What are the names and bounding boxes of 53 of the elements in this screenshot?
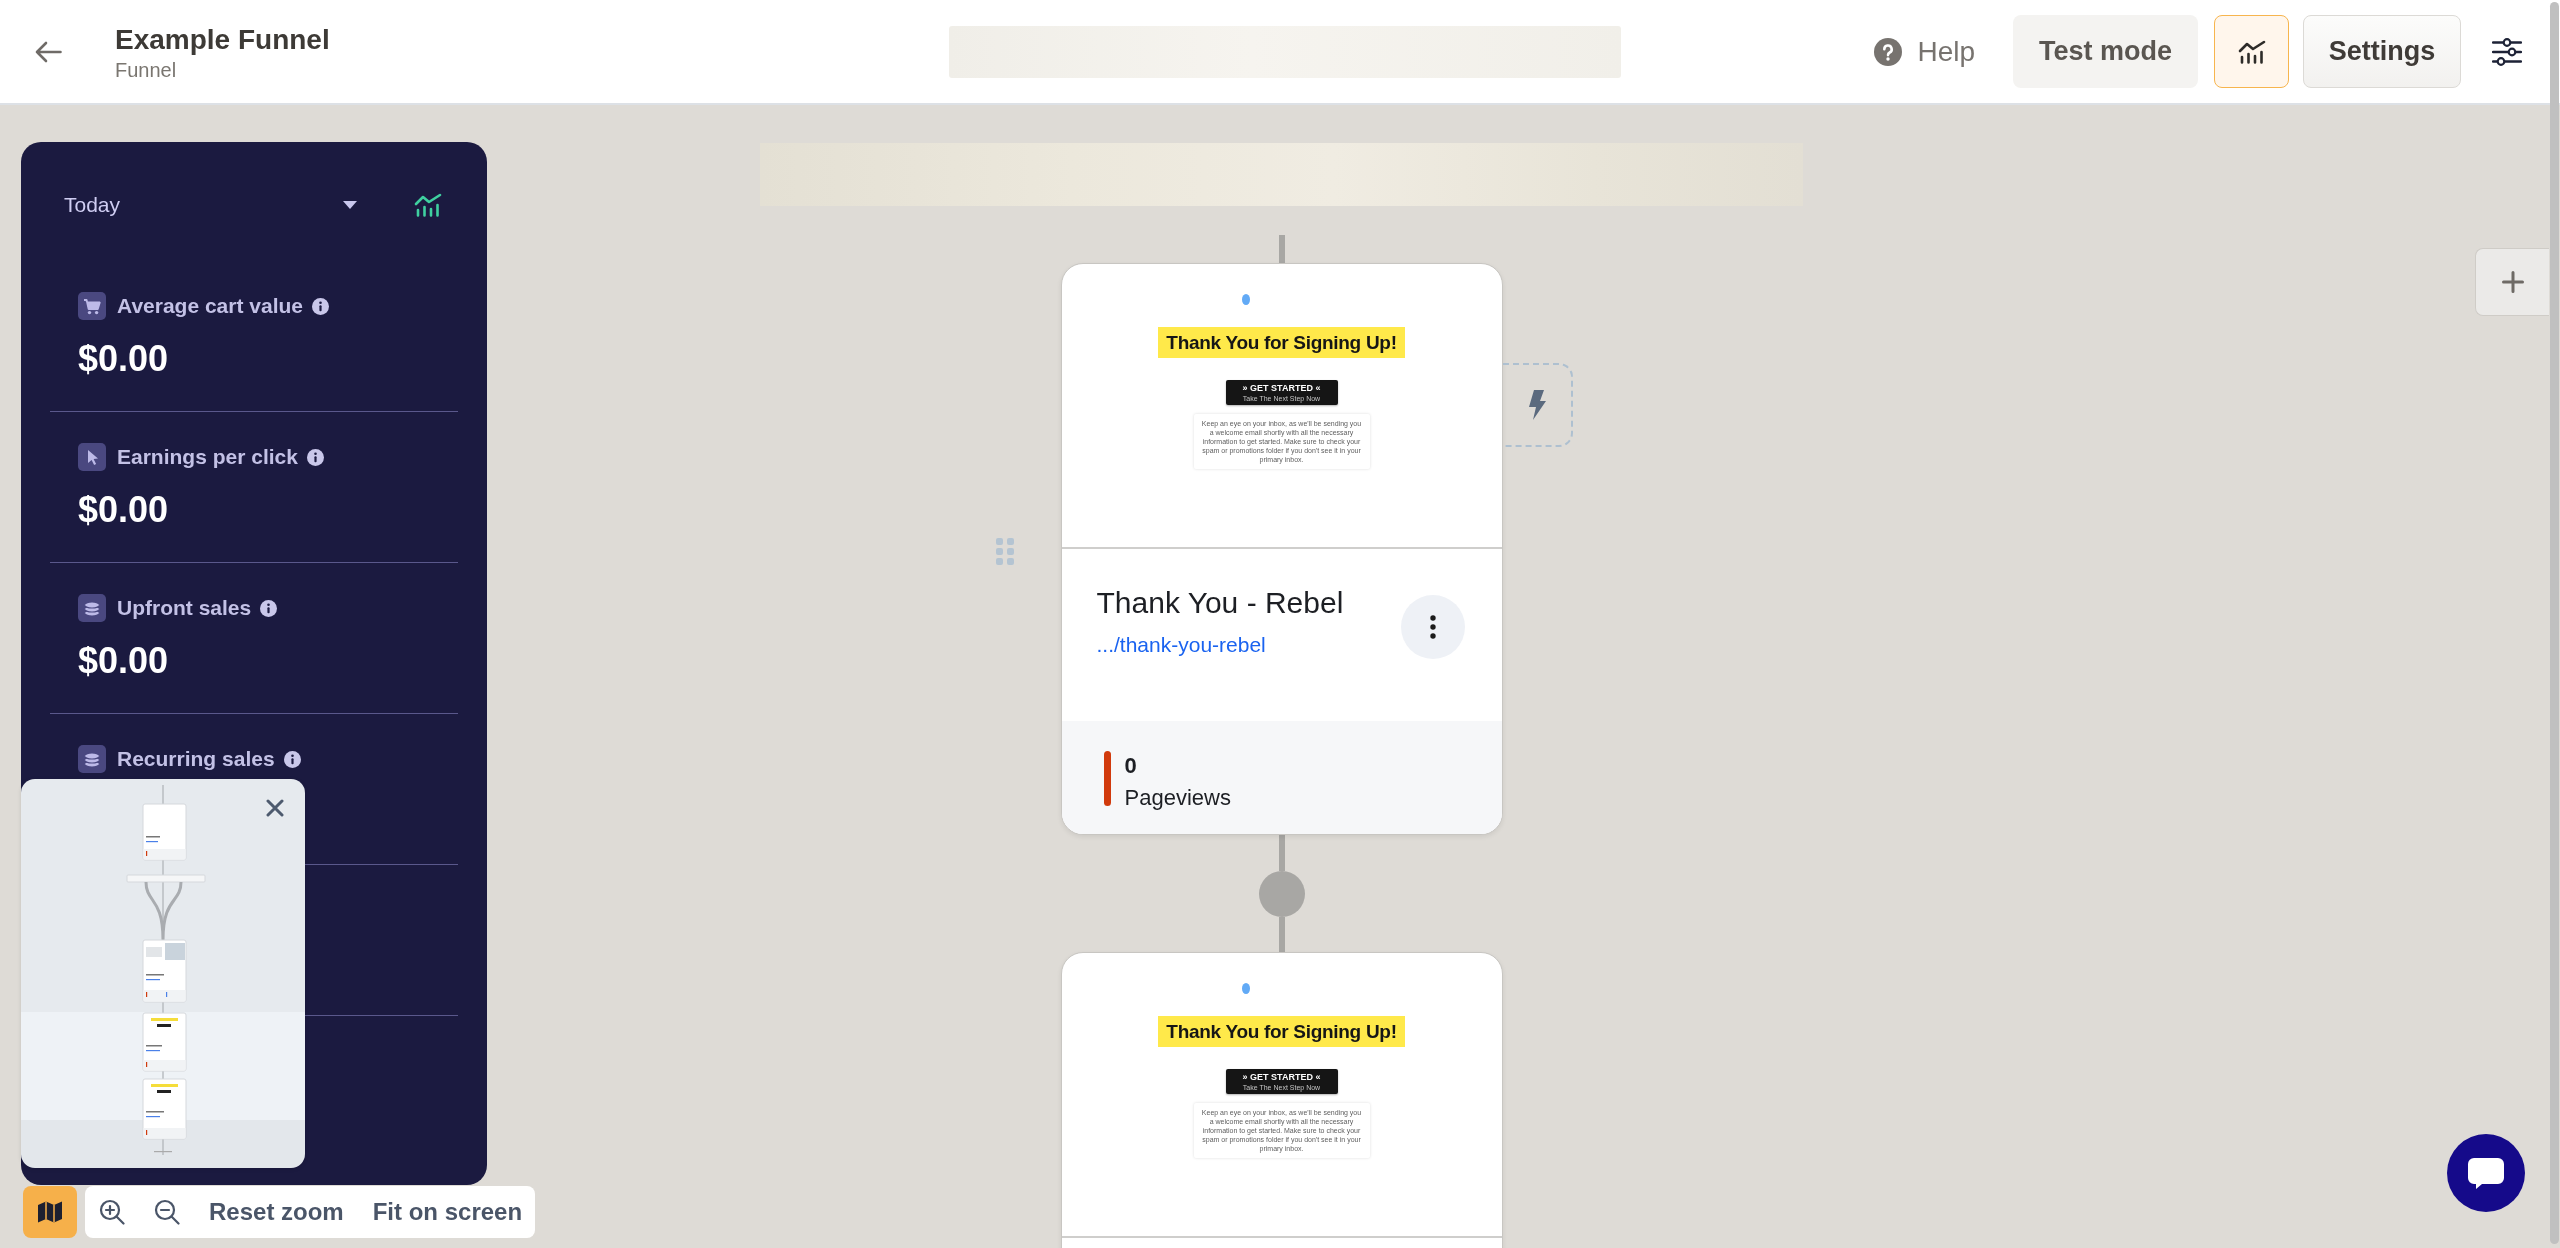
back-arrow-icon[interactable] <box>35 40 62 63</box>
scrollbar[interactable] <box>2550 2 2559 1244</box>
preview-headline: Thank You for Signing Up! <box>1158 327 1405 358</box>
period-dropdown[interactable]: Today <box>64 186 357 224</box>
kebab-icon <box>1429 615 1436 639</box>
page-card[interactable] <box>1060 263 1503 835</box>
fit-screen-button[interactable]: Fit on screen <box>372 1198 523 1226</box>
help-button[interactable]: Help <box>1874 35 1975 68</box>
map-icon <box>37 1200 63 1224</box>
metric-value: $0.00 <box>78 338 170 380</box>
help-icon <box>1874 37 1903 66</box>
zoom-out-icon[interactable] <box>154 1199 180 1225</box>
chat-bubble-icon <box>2468 1157 2504 1189</box>
plus-icon <box>2501 271 2524 293</box>
stat-value: 0 <box>1124 753 1137 779</box>
metric-value: $0.00 <box>78 640 170 682</box>
info-icon[interactable] <box>312 297 329 315</box>
dot-icon <box>1241 294 1250 305</box>
info-icon[interactable] <box>306 448 324 466</box>
cart-icon <box>78 292 106 320</box>
close-icon[interactable] <box>266 799 284 817</box>
info-icon[interactable] <box>260 599 278 617</box>
preview-headline: Thank You for Signing Up! <box>1158 1016 1405 1047</box>
metric-label: Upfront sales <box>117 596 252 620</box>
connector-node[interactable] <box>1258 871 1305 917</box>
cursor-icon <box>78 443 106 471</box>
lightning-icon <box>1527 390 1546 420</box>
coins-icon <box>78 594 106 622</box>
zoom-in-icon[interactable] <box>99 1199 125 1225</box>
dot-icon <box>1241 983 1250 994</box>
info-icon[interactable] <box>283 750 301 768</box>
coins-icon <box>78 745 106 773</box>
settings-button[interactable]: Settings <box>2303 15 2461 88</box>
page-title: Thank You - Rebel <box>1096 586 1344 620</box>
lightning-button[interactable] <box>1502 363 1573 447</box>
map-toggle-button[interactable] <box>23 1186 77 1238</box>
stat-indicator <box>1103 751 1111 806</box>
test-mode-button[interactable]: Test mode <box>2013 15 2198 88</box>
page-url-link[interactable]: .../thank-you-rebel <box>1096 632 1266 658</box>
chart-icon <box>2237 39 2266 64</box>
metric-value: $0.00 <box>78 489 170 531</box>
funnel-title: Example Funnel <box>115 22 330 57</box>
analytics-toggle-button[interactable] <box>2214 15 2289 88</box>
drag-handle-icon[interactable] <box>995 538 1014 565</box>
caret-icon <box>343 201 357 209</box>
stat-label: Pageviews <box>1124 785 1231 811</box>
funnel-type-label: Funnel <box>115 57 177 83</box>
sliders-icon[interactable] <box>2492 37 2522 66</box>
metric-label: Average cart value <box>117 294 303 318</box>
metric-label: Earnings per click <box>117 445 298 469</box>
metric-label: Recurring sales <box>117 747 275 771</box>
reset-zoom-button[interactable]: Reset zoom <box>209 1198 344 1226</box>
chart-icon[interactable] <box>414 193 442 217</box>
